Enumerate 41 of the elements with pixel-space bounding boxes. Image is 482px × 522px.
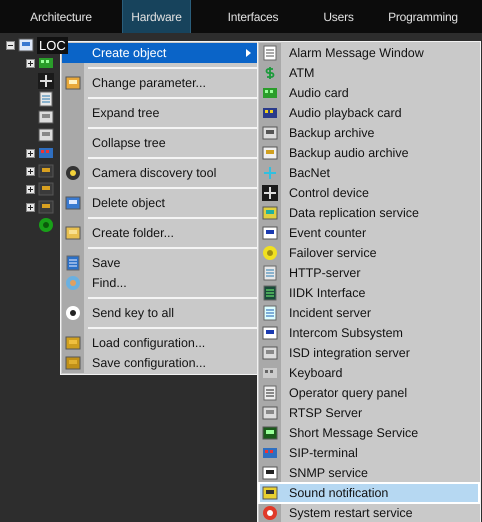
menu-item[interactable]: ATM xyxy=(259,63,479,83)
menu-item[interactable]: Save configuration... xyxy=(62,353,258,373)
menu-item[interactable]: Control device xyxy=(259,183,479,203)
tree-node-label[interactable]: LOC xyxy=(37,36,68,54)
menu-item[interactable]: Event counter xyxy=(259,223,479,243)
menu-item[interactable]: Find... xyxy=(62,273,258,293)
menu-item[interactable]: Data replication service xyxy=(259,203,479,223)
menu-item[interactable]: Sound notification xyxy=(259,483,479,503)
menu-item[interactable]: Audio card xyxy=(259,83,479,103)
tab[interactable]: Users xyxy=(315,0,362,33)
menu-item[interactable]: Save xyxy=(62,253,258,273)
menu-item[interactable]: System restart service xyxy=(259,503,479,522)
menu-item[interactable]: HTTP-server xyxy=(259,263,479,283)
menu-item[interactable]: Collapse tree xyxy=(62,133,258,153)
menu-item[interactable]: Operator query panel xyxy=(259,383,479,403)
menu-item[interactable]: Create folder... xyxy=(62,223,258,243)
menu-item[interactable]: Load configuration... xyxy=(62,333,258,353)
menu-item[interactable]: Delete object xyxy=(62,193,258,213)
tab[interactable]: Interfaces xyxy=(191,0,315,33)
tab[interactable]: Hardware xyxy=(122,0,191,33)
menu-item[interactable]: SNMP service xyxy=(259,463,479,483)
menu-item[interactable]: Backup archive xyxy=(259,123,479,143)
menu-item[interactable]: Incident server xyxy=(259,303,479,323)
menu-item[interactable]: IIDK Interface xyxy=(259,283,479,303)
menu-item[interactable]: Change parameter... xyxy=(62,73,258,93)
menu-item[interactable]: Backup audio archive xyxy=(259,143,479,163)
menu-item[interactable]: Alarm Message Window xyxy=(259,43,479,63)
menu-item[interactable]: Short Message Service xyxy=(259,423,479,443)
menu-item[interactable]: Send key to all xyxy=(62,303,258,323)
menu-item[interactable]: ISD integration server xyxy=(259,343,479,363)
menu-item[interactable]: Expand tree xyxy=(62,103,258,123)
menu-item[interactable]: Intercom Subsystem xyxy=(259,323,479,343)
menu-item[interactable]: RTSP Server xyxy=(259,403,479,423)
menu-item[interactable]: Camera discovery tool xyxy=(62,163,258,183)
tab[interactable]: Programming xyxy=(362,0,482,33)
menu-item[interactable]: Audio playback card xyxy=(259,103,479,123)
menu-item[interactable]: Keyboard xyxy=(259,363,479,383)
menu-item[interactable]: Failover service xyxy=(259,243,479,263)
menu-item[interactable]: SIP-terminal xyxy=(259,443,479,463)
menu-item[interactable]: BacNet xyxy=(259,163,479,183)
tab[interactable]: Architecture xyxy=(0,0,122,33)
